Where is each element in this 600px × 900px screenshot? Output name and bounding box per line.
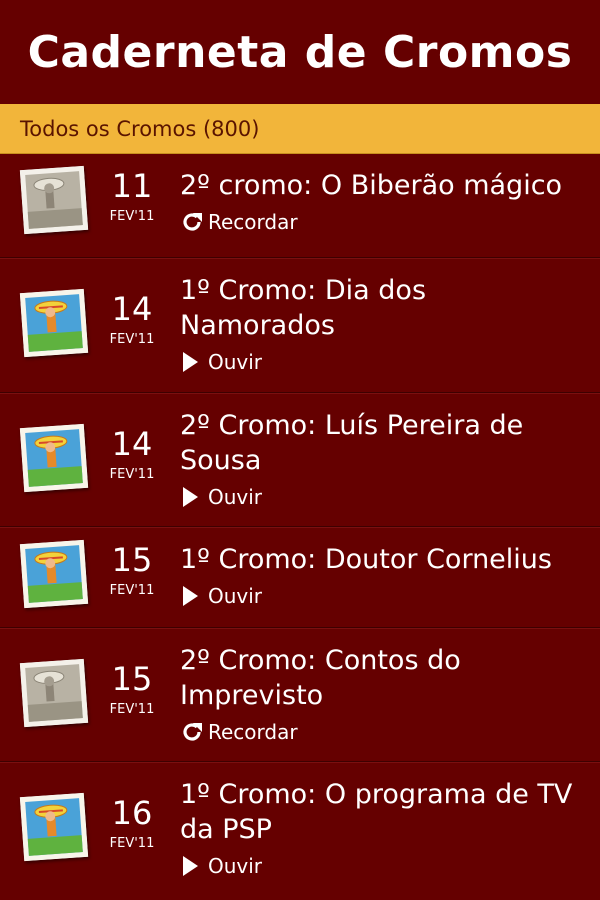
date-day: 15	[111, 541, 153, 579]
item-content: 1º Cromo: Dia dos Namorados Ouvir	[180, 273, 600, 375]
app-title: Caderneta de Cromos	[27, 26, 573, 78]
app-header: Caderneta de Cromos	[0, 0, 600, 104]
sticker-grey-icon	[19, 658, 89, 728]
section-header[interactable]: Todos os Cromos (800)	[0, 104, 600, 154]
list-item[interactable]: 16 FEV'11 1º Cromo: O programa de TV da …	[0, 762, 600, 900]
item-date: 14 FEV'11	[92, 426, 172, 484]
cromo-thumbnail	[19, 539, 89, 609]
cromos-list: 11 FEV'11 2º cromo: O Biberão mágico Rec…	[0, 154, 600, 900]
list-item[interactable]: 15 FEV'11 2º Cromo: Contos do Imprevisto…	[0, 628, 600, 762]
sticker-color-icon	[19, 288, 89, 358]
refresh-icon	[180, 719, 208, 745]
item-title: 1º Cromo: Doutor Cornelius	[180, 544, 552, 575]
refresh-icon	[180, 209, 208, 235]
list-item[interactable]: 15 FEV'11 1º Cromo: Doutor Cornelius Ouv…	[0, 527, 600, 628]
ouvir-button[interactable]: Ouvir	[180, 349, 586, 375]
sticker-grey-icon	[19, 165, 89, 235]
item-content: 2º Cromo: Luís Pereira de Sousa Ouvir	[180, 408, 600, 510]
action-label: Recordar	[208, 210, 298, 234]
play-icon	[180, 349, 208, 375]
date-day: 11	[111, 167, 153, 205]
ouvir-button[interactable]: Ouvir	[180, 484, 586, 510]
item-title: 2º Cromo: Luís Pereira de Sousa	[180, 410, 524, 476]
recordar-button[interactable]: Recordar	[180, 719, 586, 745]
action-label: Ouvir	[208, 584, 263, 608]
cromo-thumbnail	[19, 165, 89, 235]
date-month: FEV'11	[109, 467, 155, 482]
action-label: Ouvir	[208, 350, 263, 374]
sticker-color-icon	[19, 539, 89, 609]
sticker-color-icon	[19, 423, 89, 493]
item-content: 2º cromo: O Biberão mágico Recordar	[180, 168, 600, 235]
action-label: Recordar	[208, 720, 298, 744]
date-month: FEV'11	[109, 332, 155, 347]
date-month: FEV'11	[109, 209, 155, 224]
date-month: FEV'11	[109, 583, 155, 598]
action-label: Ouvir	[208, 485, 263, 509]
date-day: 15	[111, 660, 153, 698]
play-icon	[180, 484, 208, 510]
cromo-thumbnail	[19, 423, 89, 493]
sticker-color-icon	[19, 792, 89, 862]
item-content: 1º Cromo: Doutor Cornelius Ouvir	[180, 542, 600, 609]
item-date: 11 FEV'11	[92, 168, 172, 226]
recordar-button[interactable]: Recordar	[180, 209, 586, 235]
cromo-thumbnail	[19, 658, 89, 728]
cromo-thumbnail	[19, 288, 89, 358]
item-title: 2º cromo: O Biberão mágico	[180, 170, 563, 201]
list-item[interactable]: 14 FEV'11 1º Cromo: Dia dos Namorados Ou…	[0, 258, 600, 393]
ouvir-button[interactable]: Ouvir	[180, 583, 586, 609]
item-date: 15 FEV'11	[92, 542, 172, 600]
item-date: 16 FEV'11	[92, 795, 172, 853]
list-item[interactable]: 11 FEV'11 2º cromo: O Biberão mágico Rec…	[0, 154, 600, 258]
action-label: Ouvir	[208, 854, 263, 878]
item-content: 2º Cromo: Contos do Imprevisto Recordar	[180, 643, 600, 745]
item-content: 1º Cromo: O programa de TV da PSP Ouvir	[180, 777, 600, 879]
date-day: 14	[111, 290, 153, 328]
date-month: FEV'11	[109, 702, 155, 717]
item-date: 15 FEV'11	[92, 661, 172, 719]
play-icon	[180, 853, 208, 879]
date-month: FEV'11	[109, 836, 155, 851]
item-title: 2º Cromo: Contos do Imprevisto	[180, 645, 461, 711]
list-item[interactable]: 14 FEV'11 2º Cromo: Luís Pereira de Sous…	[0, 393, 600, 527]
cromo-thumbnail	[19, 792, 89, 862]
item-title: 1º Cromo: O programa de TV da PSP	[180, 779, 573, 845]
app-screen: Caderneta de Cromos Todos os Cromos (800…	[0, 0, 600, 900]
section-label: Todos os Cromos (800)	[20, 116, 260, 141]
date-day: 16	[111, 794, 153, 832]
item-date: 14 FEV'11	[92, 291, 172, 349]
ouvir-button[interactable]: Ouvir	[180, 853, 586, 879]
play-icon	[180, 583, 208, 609]
date-day: 14	[111, 425, 153, 463]
item-title: 1º Cromo: Dia dos Namorados	[180, 275, 427, 341]
